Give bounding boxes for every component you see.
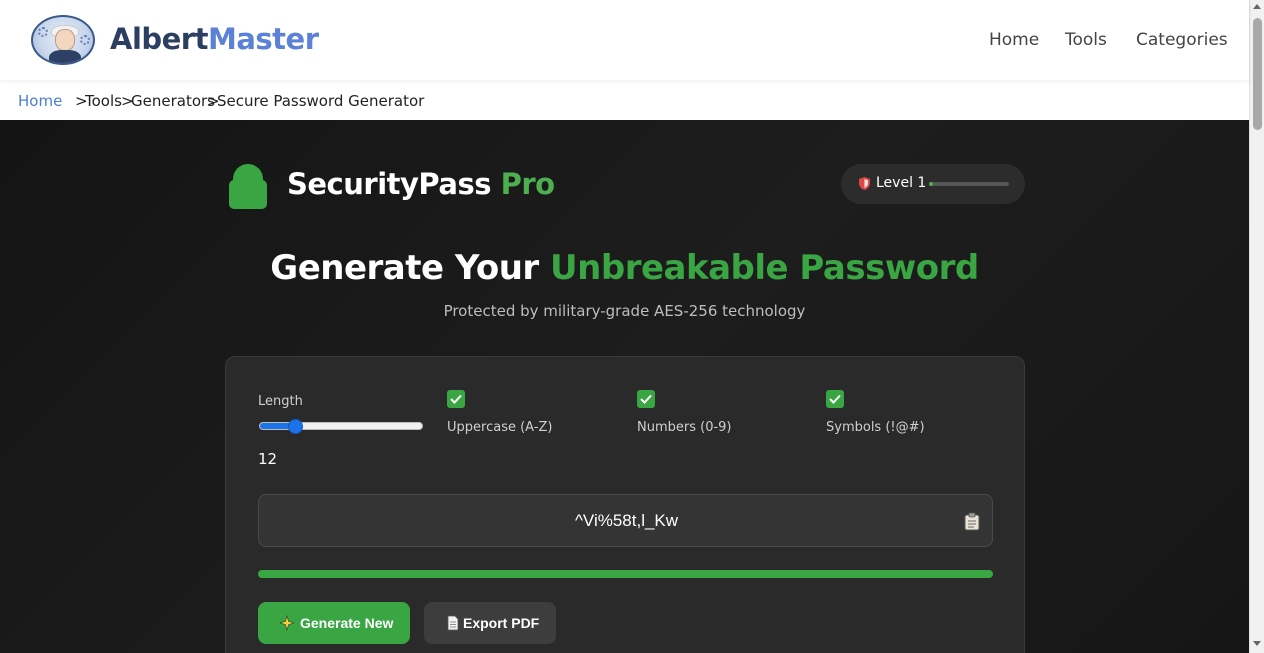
breadcrumb-generators[interactable]: Generators [131,92,215,110]
scroll-up-arrow-icon[interactable] [1253,4,1261,9]
generator-section: SecurityPass Pro Level 1 Generate Your U… [0,120,1249,653]
app-title: SecurityPass Pro [287,167,555,201]
nav-home[interactable]: Home [989,30,1039,50]
checkmark-icon [640,394,652,404]
generator-card: Length 12 Uppercase (A-Z) Numbers (0-9) … [225,356,1025,653]
length-slider-thumb[interactable] [288,419,303,434]
brand-part-2: Master [207,22,319,56]
generate-button-label: Generate New [300,615,394,631]
site-logo-icon[interactable] [31,15,95,65]
numbers-label: Numbers (0-9) [637,420,732,435]
level-badge: Level 1 [841,164,1025,204]
logo-body [49,50,81,63]
length-label: Length [258,394,303,409]
app-title-main: SecurityPass [287,167,491,201]
breadcrumb-home[interactable]: Home [18,92,62,110]
scrollbar-thumb[interactable] [1253,18,1262,130]
brand-name[interactable]: AlbertMaster [110,22,319,56]
length-slider[interactable] [259,419,423,434]
password-output[interactable]: ^Vi%58t,l_Kw [258,494,993,547]
shield-icon [859,177,870,190]
generate-button[interactable]: Generate New [258,602,410,644]
logo-face [55,29,75,51]
checkmark-icon [450,394,462,404]
brand-part-1: Albert [110,22,208,56]
symbols-label: Symbols (!@#) [826,420,925,435]
strength-bar-fill [258,570,993,578]
password-value[interactable]: ^Vi%58t,l_Kw [259,511,994,531]
gear-icon [80,35,90,45]
uppercase-checkbox[interactable] [447,390,465,408]
app-title-suffix: Pro [500,167,555,201]
checkmark-icon [829,394,841,404]
symbols-checkbox[interactable] [826,390,844,408]
nav-categories[interactable]: Categories [1136,30,1228,50]
gear-icon [38,27,48,37]
nav-tools[interactable]: Tools [1065,30,1107,50]
scroll-down-arrow-icon[interactable] [1253,641,1261,646]
document-icon [447,615,459,631]
level-progress-bar [929,182,1009,186]
level-label: Level 1 [876,175,927,191]
page-scrollbar[interactable] [1249,0,1264,653]
headline-part-1: Generate Your [270,248,539,288]
export-pdf-button[interactable]: Export PDF [424,602,556,644]
breadcrumb-tools[interactable]: Tools [85,92,122,110]
strength-bar [258,570,993,578]
page-subtitle: Protected by military-grade AES-256 tech… [443,302,806,320]
numbers-checkbox[interactable] [637,390,655,408]
breadcrumb-current: Secure Password Generator [217,92,425,110]
uppercase-label: Uppercase (A-Z) [447,420,553,435]
clipboard-icon[interactable] [964,512,980,531]
export-pdf-button-label: Export PDF [463,615,540,631]
sparkles-icon [280,615,294,631]
length-value: 12 [258,450,278,468]
lock-icon [229,164,267,209]
breadcrumb: Home > Tools > Generators > Secure Passw… [0,80,1249,120]
page-headline: Generate Your Unbreakable Password [0,248,1249,288]
headline-part-2: Unbreakable Password [550,248,979,288]
site-header: AlbertMaster Home Tools Categories [0,0,1249,80]
level-progress-fill [929,182,933,186]
